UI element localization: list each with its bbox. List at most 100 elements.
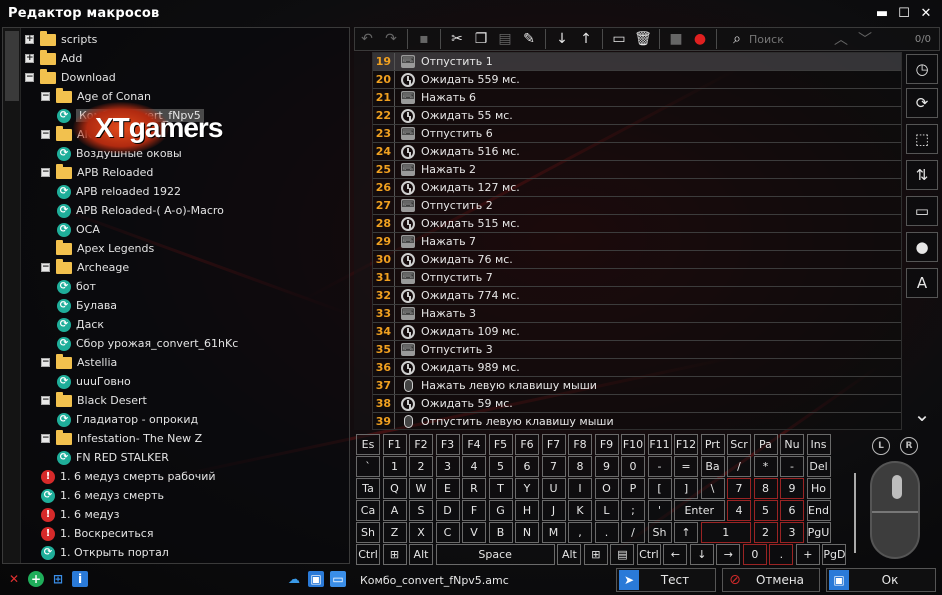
collapse-icon[interactable]: − [41,263,50,272]
mouse-right-button[interactable]: R [900,437,918,455]
key-4-8[interactable]: , [568,522,592,543]
key-3-14[interactable]: 5 [753,500,778,521]
tree-item[interactable]: ⟳ 1. Открыть портал [41,543,169,562]
action-row[interactable]: 22 Ожидать 55 мс. [373,107,901,125]
key-0-15[interactable]: Pa [753,434,778,455]
key-0-4[interactable]: F4 [462,434,486,455]
key-2-10[interactable]: P [621,478,645,499]
text-size-button[interactable]: A [906,268,938,298]
key-5-3[interactable]: Space [435,544,555,565]
tree-item[interactable]: ! 1. 6 медуз смерть рабочий [41,467,216,486]
wait-button[interactable]: ◷ [906,54,938,84]
key-4-10[interactable]: / [621,522,645,543]
key-1-4[interactable]: 4 [462,456,486,477]
key-3-6[interactable]: H [515,500,539,521]
key-0-2[interactable]: F2 [409,434,433,455]
redo-icon[interactable]: ↷ [379,28,403,50]
key-1-7[interactable]: 7 [541,456,566,477]
key-5-8[interactable]: ← [663,544,688,565]
tree-item[interactable]: ⟳ OCA [57,220,100,239]
tree-item[interactable]: − Download [25,68,116,87]
tree-item[interactable]: − Archeage [41,258,129,277]
key-3-5[interactable]: G [488,500,513,521]
save-icon[interactable]: ▣ [308,571,324,587]
tree-scrollbar[interactable] [3,28,21,563]
key-4-13[interactable]: 1 [700,522,751,543]
action-row[interactable]: 20 Ожидать 559 мс. [373,71,901,89]
tree-item[interactable]: ⟳ Гладиатор - опрокид [57,410,198,429]
expand-icon[interactable]: + [25,54,34,63]
key-3-16[interactable]: End [806,500,831,521]
collapse-icon[interactable]: − [25,73,34,82]
key-5-1[interactable]: ⊞ [382,544,407,565]
action-row[interactable]: 36 Ожидать 989 мс. [373,359,901,377]
expand-icon[interactable]: + [25,35,34,44]
key-0-6[interactable]: F6 [515,434,539,455]
key-5-5[interactable]: ⊞ [583,544,608,565]
move-down-icon[interactable]: ↓ [550,28,574,50]
collapse-icon[interactable]: − [41,92,50,101]
macro-action-list[interactable]: 19 ⌨ Отпустить 1 20 Ожидать 559 мс. 21 ⌨ Нажать… [372,52,902,430]
key-0-16[interactable]: Nu [780,434,804,455]
action-row[interactable]: 32 Ожидать 774 мс. [373,287,901,305]
action-row[interactable]: 30 Ожидать 76 мс. [373,251,901,269]
action-row[interactable]: 23 ⌨ Отпустить 6 [373,125,901,143]
macro-tree[interactable]: +scripts+Add−Download−Age of Conan⟳Комбо… [2,27,350,564]
save-icon[interactable]: ▪ [412,28,436,50]
key-4-16[interactable]: PgU [806,522,831,543]
key-5-9[interactable]: ↓ [689,544,714,565]
key-3-10[interactable]: ; [621,500,645,521]
edit-icon[interactable]: ✎ [517,28,541,50]
copy-icon[interactable]: ❐ [469,28,493,50]
key-1-14[interactable]: / [727,456,751,477]
trash-icon[interactable]: 🗑 [631,28,655,50]
tree-item[interactable]: − Astellia [41,353,117,372]
key-4-5[interactable]: B [488,522,513,543]
key-3-4[interactable]: F [462,500,486,521]
key-3-12[interactable]: Enter [674,500,725,521]
action-row[interactable]: 19 ⌨ Отпустить 1 [373,53,901,71]
key-0-1[interactable]: F1 [382,434,407,455]
info-icon[interactable]: i [72,571,88,587]
key-5-7[interactable]: Ctrl [636,544,661,565]
cloud-upload-icon[interactable]: ☁ [286,571,302,587]
cycle-button[interactable]: ⇅ [906,160,938,190]
key-3-3[interactable]: D [435,500,460,521]
action-row[interactable]: 39 Отпустить левую клавишу мыши [373,413,901,429]
key-3-7[interactable]: J [541,500,566,521]
key-1-1[interactable]: 1 [382,456,407,477]
move-up-icon[interactable]: ↑ [574,28,598,50]
key-4-9[interactable]: . [594,522,619,543]
key-0-17[interactable]: Ins [806,434,831,455]
key-1-17[interactable]: Del [806,456,831,477]
key-2-6[interactable]: Y [515,478,539,499]
key-3-1[interactable]: A [382,500,407,521]
key-2-11[interactable]: [ [647,478,672,499]
key-0-5[interactable]: F5 [488,434,513,455]
collapse-icon[interactable]: − [41,358,50,367]
record-icon[interactable]: ● [688,28,712,50]
key-5-2[interactable]: Alt [409,544,433,565]
key-5-14[interactable]: PgD [822,544,847,565]
tree-item[interactable]: ⟳ APB reloaded 1922 [57,182,181,201]
loop-button[interactable]: ⬚ [906,124,938,154]
key-1-9[interactable]: 9 [594,456,619,477]
action-row[interactable]: 31 ⌨ Отпустить 7 [373,269,901,287]
key-1-5[interactable]: 5 [488,456,513,477]
mouse-icon[interactable] [870,461,920,559]
cut-icon[interactable]: ✂ [445,28,469,50]
key-4-1[interactable]: Z [382,522,407,543]
key-0-8[interactable]: F8 [568,434,592,455]
comment-button[interactable]: ▭ [906,196,938,226]
action-row[interactable]: 21 ⌨ Нажать 6 [373,89,901,107]
maximize-icon[interactable]: ☐ [896,5,912,21]
key-3-8[interactable]: K [568,500,592,521]
folder-icon[interactable]: ▭ [330,571,346,587]
key-4-12[interactable]: ↑ [674,522,698,543]
tree-item[interactable]: ⟳ uuuГовно [57,372,131,391]
key-2-7[interactable]: U [541,478,566,499]
minimize-icon[interactable]: ▬ [874,5,890,21]
key-0-13[interactable]: Prt [700,434,725,455]
tree-item[interactable]: + Add [25,49,82,68]
action-row[interactable]: 24 Ожидать 516 мс. [373,143,901,161]
